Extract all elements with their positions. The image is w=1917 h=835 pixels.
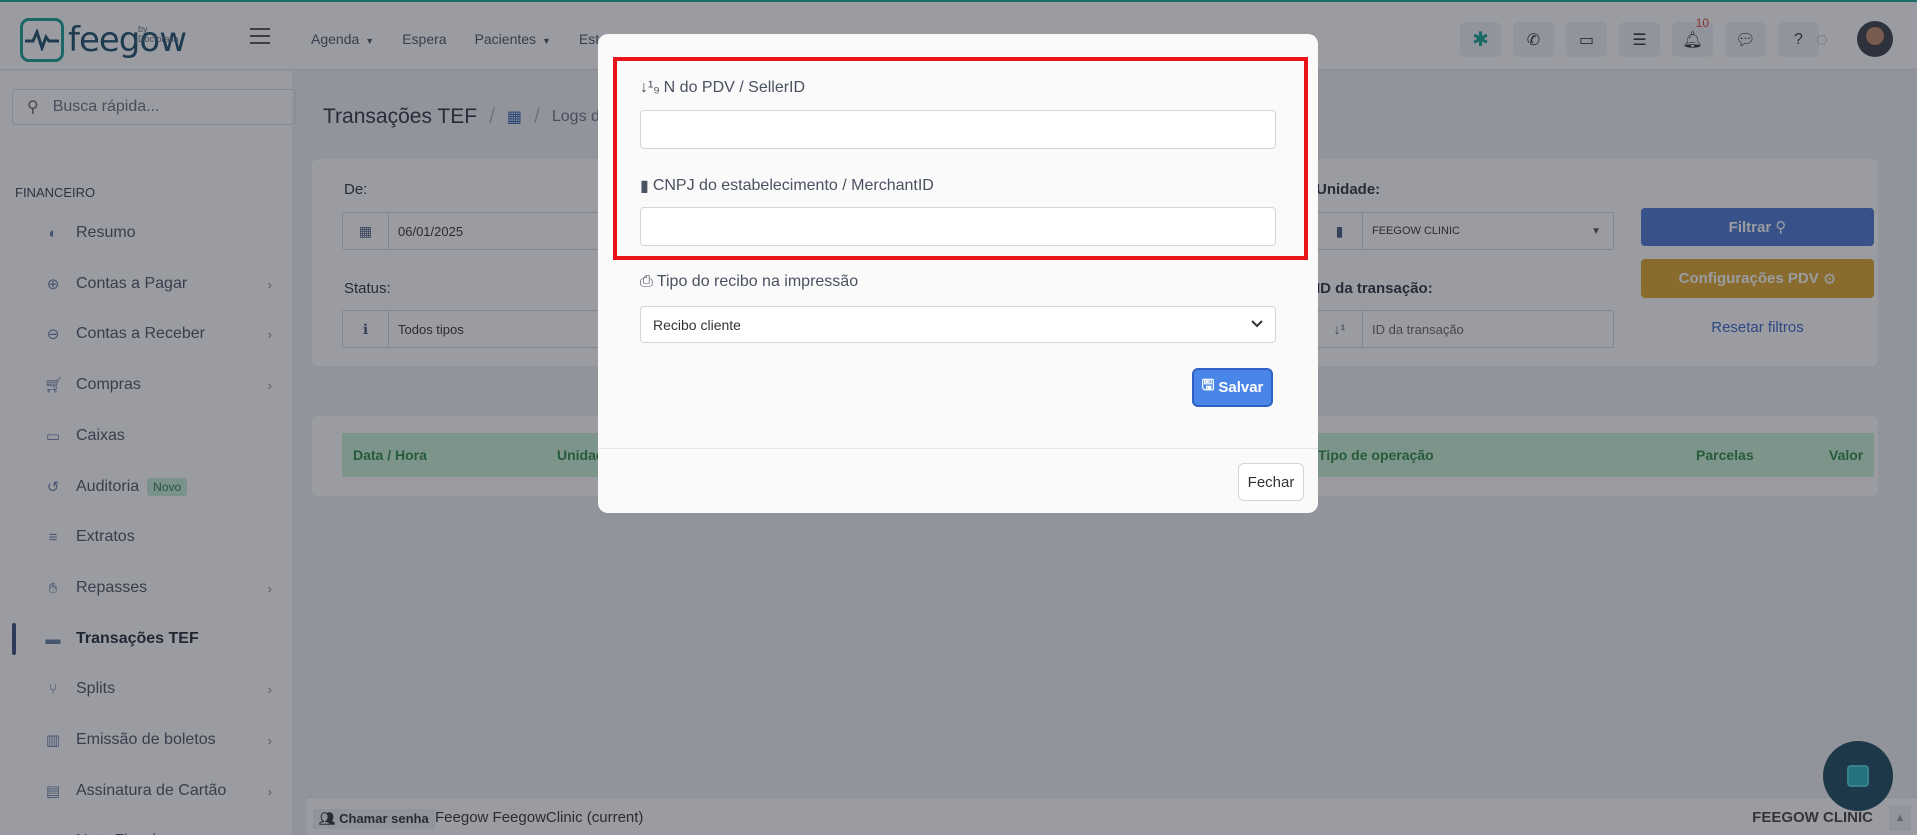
recibo-type-select[interactable]: Recibo cliente bbox=[640, 306, 1276, 343]
save-icon: 🖫 bbox=[1201, 377, 1215, 394]
fechar-button[interactable]: Fechar bbox=[1238, 463, 1304, 501]
modal-divider bbox=[598, 448, 1318, 449]
recibo-label: ⎙ Tipo do recibo na impressão bbox=[640, 273, 859, 290]
chevron-down-icon bbox=[1251, 320, 1263, 328]
salvar-button[interactable]: 🖫 Salvar bbox=[1192, 368, 1273, 407]
printer-icon: ⎙ bbox=[640, 273, 653, 290]
highlight-box bbox=[613, 57, 1308, 260]
